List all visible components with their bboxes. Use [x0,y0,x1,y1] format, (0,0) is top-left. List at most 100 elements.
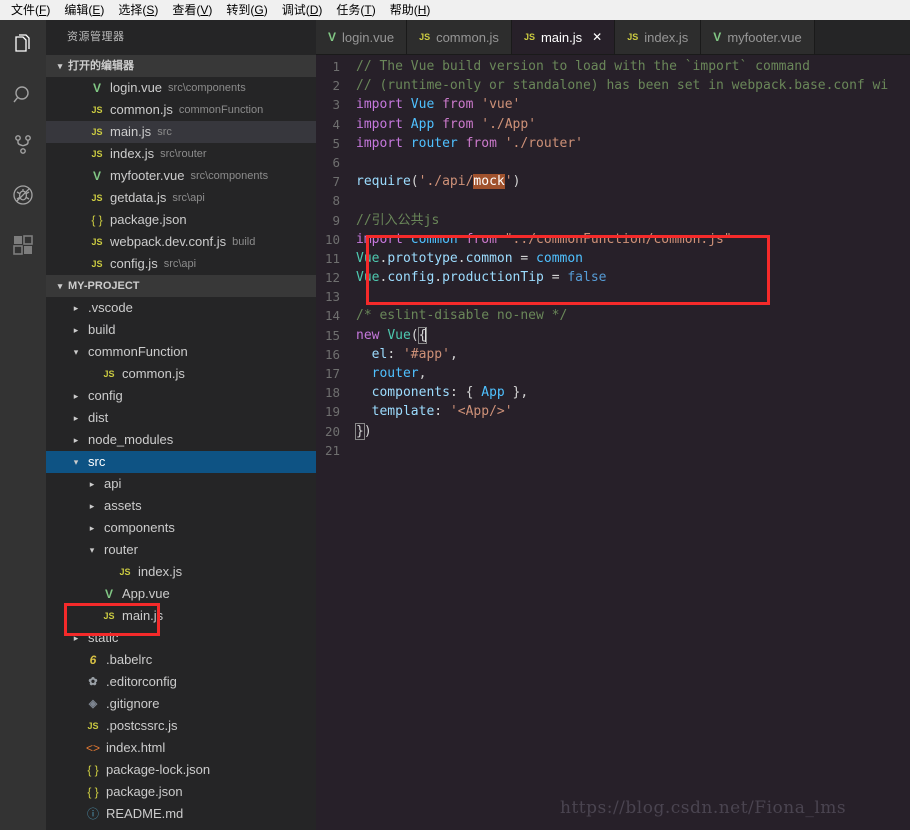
code-line: 14/* eslint-disable no-new */ [316,306,910,325]
line-number: 16 [316,345,356,364]
close-icon[interactable]: ✕ [592,30,602,44]
line-number: 2 [316,76,356,95]
tree-item-label: package-lock.json [106,759,210,781]
token-prop: components [372,385,450,400]
js-file-icon: JS [88,99,106,121]
open-editor-item[interactable]: JSindex.jssrc\router [46,143,316,165]
menu-item-2[interactable]: 编辑(E) [57,0,111,20]
token-cls: router [372,366,419,381]
tree-folder-config[interactable]: ▸config [46,385,316,407]
tree-item-label: index.js [138,561,182,583]
json-file-icon: { } [88,209,106,231]
tree-folder-.vscode[interactable]: ▸.vscode [46,297,316,319]
line-number: 14 [316,306,356,325]
tree-file-common.js[interactable]: JScommon.js [46,363,316,385]
code-line: 6 [316,153,910,172]
chevron-right-icon: ▸ [70,297,82,319]
open-editor-item[interactable]: JSconfig.jssrc\api [46,253,316,275]
menu-item-5[interactable]: 转到(G) [219,0,274,20]
open-editor-filename: login.vue [110,77,162,99]
menu-item-3[interactable]: 选择(S) [111,0,165,20]
tree-item-label: App.vue [122,583,170,605]
js-file-icon: JS [524,32,535,42]
open-editor-filepath: commonFunction [179,99,263,121]
line-text: }) [356,422,372,441]
tree-folder-commonFunction[interactable]: ▾commonFunction [46,341,316,363]
line-number: 3 [316,95,356,114]
chevron-right-icon: ▸ [70,429,82,451]
open-editors-header[interactable]: ▾ 打开的编辑器 [46,55,316,77]
tree-file-index.js[interactable]: JSindex.js [46,561,316,583]
tree-folder-src[interactable]: ▾src [46,451,316,473]
debug-icon[interactable] [0,170,46,220]
tree-file-package-lock.json[interactable]: { }package-lock.json [46,759,316,781]
tree-file-main.js[interactable]: JSmain.js [46,605,316,627]
menu-item-4[interactable]: 查看(V) [165,0,219,20]
tree-file-.postcssrc.js[interactable]: JS.postcssrc.js [46,715,316,737]
tab-main.js[interactable]: JS main.js ✕ [512,20,615,54]
menu-item-1[interactable]: 文件(F) [4,0,57,20]
code-editor[interactable]: 1// The Vue build version to load with t… [316,55,910,830]
tree-item-label: common.js [122,363,185,385]
tree-file-.babelrc[interactable]: 6.babelrc [46,649,316,671]
open-editor-item[interactable]: { }package.json [46,209,316,231]
menu-item-8[interactable]: 帮助(H) [383,0,438,20]
extensions-icon[interactable] [0,220,46,270]
token-punc: : [387,347,403,362]
open-editor-item[interactable]: JSmain.jssrc [46,121,316,143]
token-punc: }, [505,385,528,400]
token-kw: import [356,232,411,247]
tree-file-.gitignore[interactable]: ◈.gitignore [46,693,316,715]
search-icon[interactable] [0,70,46,120]
js-file-icon: JS [88,143,106,165]
tree-folder-build[interactable]: ▸build [46,319,316,341]
token-kw2: from [442,117,473,132]
explorer-sidebar: 资源管理器 ▾ 打开的编辑器 Vlogin.vuesrc\componentsJ… [46,20,316,830]
token-punc: ) [364,424,372,439]
tab-myfooter.vue[interactable]: Vmyfooter.vue [701,20,814,54]
open-editor-item[interactable]: Vlogin.vuesrc\components [46,77,316,99]
open-editor-item[interactable]: Vmyfooter.vuesrc\components [46,165,316,187]
tree-item-label: api [104,473,121,495]
menu-item-6[interactable]: 调试(D) [275,0,330,20]
open-editor-filepath: src\api [172,187,204,209]
tree-file-README.md[interactable]: ⓘREADME.md [46,803,316,825]
chevron-right-icon: ▸ [70,407,82,429]
tree-folder-node_modules[interactable]: ▸node_modules [46,429,316,451]
html-file-icon: <> [84,737,102,759]
open-editor-filename: getdata.js [110,187,166,209]
token-plain [528,251,536,266]
menu-item-7[interactable]: 任务(T) [329,0,382,20]
source-control-icon[interactable] [0,120,46,170]
token-str: './api/ [419,174,474,189]
tab-login.vue[interactable]: Vlogin.vue [316,20,407,54]
project-label: MY-PROJECT [68,275,140,297]
open-editor-item[interactable]: JSgetdata.jssrc\api [46,187,316,209]
token-punc: , [450,347,458,362]
token-com: //引入公共js [356,213,439,228]
code-line: 4import App from './App' [316,115,910,134]
tree-file-index.html[interactable]: <>index.html [46,737,316,759]
tab-index.js[interactable]: JSindex.js [615,20,701,54]
tree-folder-api[interactable]: ▸api [46,473,316,495]
explorer-icon[interactable] [0,20,46,70]
tree-folder-router[interactable]: ▾router [46,539,316,561]
tree-folder-assets[interactable]: ▸assets [46,495,316,517]
tree-file-package.json[interactable]: { }package.json [46,781,316,803]
line-number: 18 [316,383,356,402]
code-line: 18 components: { App }, [316,383,910,402]
open-editor-item[interactable]: JScommon.jscommonFunction [46,99,316,121]
tab-common.js[interactable]: JScommon.js [407,20,512,54]
tree-folder-components[interactable]: ▸components [46,517,316,539]
tree-item-label: router [104,539,138,561]
open-editor-item[interactable]: JSwebpack.dev.conf.jsbuild [46,231,316,253]
tree-folder-static[interactable]: ▸static [46,627,316,649]
tab-label: main.js [541,30,582,45]
token-punc: . [458,251,466,266]
vue-file-icon: V [88,165,106,187]
tree-file-App.vue[interactable]: VApp.vue [46,583,316,605]
tree-file-.editorconfig[interactable]: ✿.editorconfig [46,671,316,693]
project-header[interactable]: ▾ MY-PROJECT [46,275,316,297]
token-const: false [567,270,606,285]
tree-folder-dist[interactable]: ▸dist [46,407,316,429]
